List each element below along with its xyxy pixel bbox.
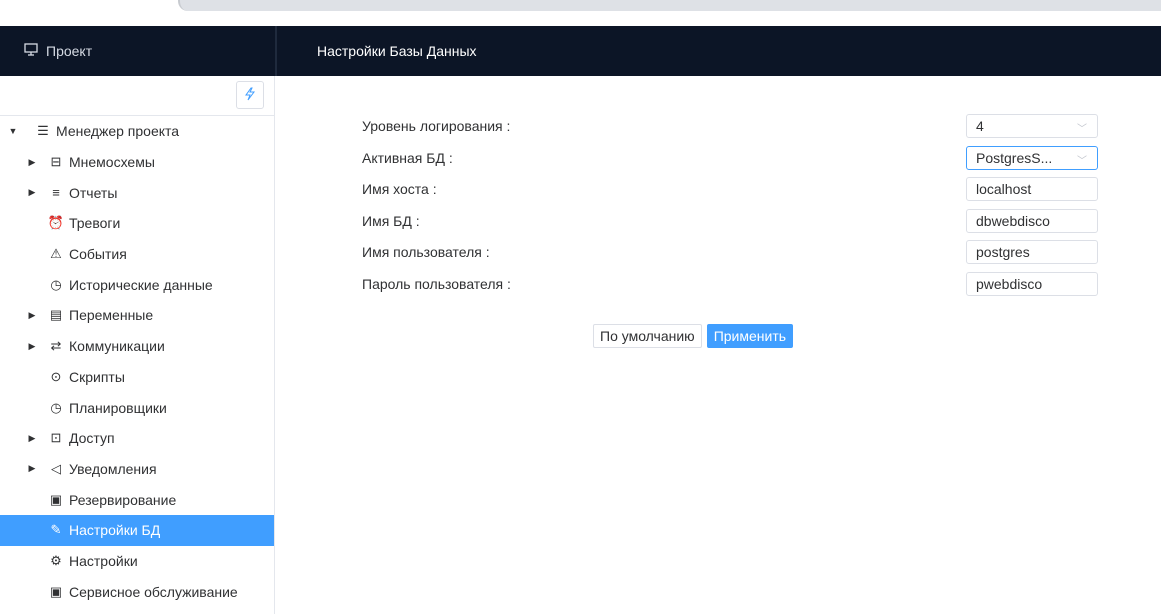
host-input[interactable]: localhost <box>966 177 1098 201</box>
active-db-label: Активная БД : <box>362 150 453 166</box>
sidebar-item-db-settings[interactable]: ✎ Настройки БД <box>0 514 274 546</box>
user-label: Имя пользователя : <box>362 244 490 260</box>
warning-icon: ⚠ <box>50 246 62 262</box>
browser-address-strip <box>178 0 1161 11</box>
chevron-down-icon: ﹀ <box>1077 156 1087 167</box>
caret-right-icon[interactable]: ▶ <box>27 310 37 321</box>
wrench-icon: ✎ <box>50 522 62 538</box>
main-content: Уровень логирования : 4 ﹀ Активная БД : … <box>277 76 1161 614</box>
sidebar-item-settings[interactable]: ⚙ Настройки <box>0 546 274 577</box>
db-name-label: Имя БД : <box>362 213 420 229</box>
caret-right-icon[interactable]: ▶ <box>27 463 37 474</box>
sidebar: ▼ ☰ Менеджер проекта ▶ ⊟ Мнемосхемы ▶ ≡ … <box>0 76 275 614</box>
sidebar-item-label: Уведомления <box>69 460 157 477</box>
header-divider <box>275 26 277 76</box>
password-input[interactable]: pwebdisco <box>966 272 1098 296</box>
scheduler-icon: ◷ <box>50 399 62 415</box>
caret-right-icon[interactable]: ▶ <box>27 187 37 198</box>
form-row-log-level: Уровень логирования : 4 ﹀ <box>362 114 1098 138</box>
sidebar-item-variables[interactable]: ▶ ▤ Переменные <box>0 300 274 331</box>
sidebar-item-notifications[interactable]: ▶ ◁ Уведомления <box>0 454 274 485</box>
password-value: pwebdisco <box>976 276 1043 292</box>
clock-icon: ◷ <box>50 276 62 292</box>
sidebar-item-backup[interactable]: ▣ Резервирование <box>0 484 274 515</box>
gear-icon: ⚙ <box>50 552 62 568</box>
sidebar-item-label: Тревоги <box>69 215 121 232</box>
sidebar-item-mnemo[interactable]: ▶ ⊟ Мнемосхемы <box>0 147 274 178</box>
sidebar-toolbar <box>0 76 274 116</box>
lock-icon: ⊡ <box>50 430 62 446</box>
sidebar-item-label: Настройки БД <box>69 522 161 539</box>
sidebar-item-schedulers[interactable]: ◷ Планировщики <box>0 392 274 423</box>
log-level-select[interactable]: 4 ﹀ <box>966 114 1098 138</box>
sidebar-item-label: Отчеты <box>69 184 118 201</box>
sidebar-item-label: Сервисное обслуживание <box>69 583 238 600</box>
db-name-value: dbwebdisco <box>976 213 1050 229</box>
sidebar-item-label: Коммуникации <box>69 338 165 355</box>
apply-button[interactable]: Применить <box>706 324 794 348</box>
variables-icon: ▤ <box>49 307 63 323</box>
service-icon: ▣ <box>49 583 63 599</box>
form-row-db-name: Имя БД : dbwebdisco <box>362 209 1098 233</box>
list-icon: ☰ <box>37 123 49 139</box>
flash-button[interactable] <box>236 81 264 109</box>
sidebar-item-scripts[interactable]: ⊙ Скрипты <box>0 362 274 393</box>
project-tree: ▼ ☰ Менеджер проекта ▶ ⊟ Мнемосхемы ▶ ≡ … <box>0 116 274 607</box>
sidebar-item-events[interactable]: ⚠ События <box>0 239 274 270</box>
project-header[interactable]: Проект <box>0 26 275 76</box>
script-icon: ⊙ <box>50 368 62 384</box>
sidebar-item-service[interactable]: ▣ Сервисное обслуживание <box>0 576 274 607</box>
caret-right-icon[interactable]: ▶ <box>27 157 37 168</box>
caret-down-icon[interactable]: ▼ <box>8 126 18 136</box>
form-row-host: Имя хоста : localhost <box>362 177 1098 201</box>
password-label: Пароль пользователя : <box>362 276 511 292</box>
sidebar-item-label: События <box>69 246 127 263</box>
sidebar-item-alarms[interactable]: ⏰ Тревоги <box>0 208 274 239</box>
sidebar-item-label: Скрипты <box>69 368 125 385</box>
page-title: Настройки Базы Данных <box>317 43 477 59</box>
db-name-input[interactable]: dbwebdisco <box>966 209 1098 233</box>
caret-right-icon[interactable]: ▶ <box>27 433 37 444</box>
project-label: Проект <box>46 43 93 59</box>
alarm-icon: ⏰ <box>47 215 65 231</box>
log-level-label: Уровень логирования : <box>362 118 511 134</box>
form-row-user: Имя пользователя : postgres <box>362 240 1098 264</box>
connection-icon: ⇄ <box>50 338 62 354</box>
browser-top-bar <box>0 0 1161 26</box>
host-value: localhost <box>976 181 1032 197</box>
active-db-select[interactable]: PostgresS... ﹀ <box>966 146 1098 170</box>
sidebar-item-reports[interactable]: ▶ ≡ Отчеты <box>0 177 274 208</box>
form-buttons: По умолчанию Применить <box>593 324 794 348</box>
form-row-active-db: Активная БД : PostgresS... ﹀ <box>362 146 1098 170</box>
default-button[interactable]: По умолчанию <box>593 324 702 348</box>
user-input[interactable]: postgres <box>966 240 1098 264</box>
caret-right-icon[interactable]: ▶ <box>27 341 37 352</box>
sidebar-item-label: Доступ <box>69 430 115 447</box>
notification-icon: ◁ <box>51 460 61 476</box>
sidebar-item-history[interactable]: ◷ Исторические данные <box>0 269 274 300</box>
sidebar-item-access[interactable]: ▶ ⊡ Доступ <box>0 423 274 454</box>
sidebar-item-label: Мнемосхемы <box>69 154 155 171</box>
user-value: postgres <box>976 244 1030 260</box>
sidebar-item-label: Настройки <box>69 552 138 569</box>
tree-root-label: Менеджер проекта <box>56 123 180 140</box>
sidebar-item-communications[interactable]: ▶ ⇄ Коммуникации <box>0 331 274 362</box>
active-db-value: PostgresS... <box>976 150 1053 166</box>
sidebar-item-label: Переменные <box>69 307 154 324</box>
backup-icon: ▣ <box>49 491 63 507</box>
chevron-down-icon: ﹀ <box>1077 124 1087 135</box>
form-row-password: Пароль пользователя : pwebdisco <box>362 272 1098 296</box>
report-icon: ≡ <box>52 185 60 201</box>
tree-root[interactable]: ▼ ☰ Менеджер проекта <box>0 116 274 147</box>
schema-icon: ⊟ <box>50 154 62 170</box>
lightning-icon <box>244 87 256 104</box>
monitor-icon <box>24 43 46 59</box>
sidebar-item-label: Планировщики <box>69 399 167 416</box>
sidebar-item-label: Исторические данные <box>69 276 213 293</box>
app-header: Проект Настройки Базы Данных <box>0 26 1161 76</box>
log-level-value: 4 <box>976 118 984 134</box>
host-label: Имя хоста : <box>362 181 437 197</box>
sidebar-item-label: Резервирование <box>69 491 177 508</box>
